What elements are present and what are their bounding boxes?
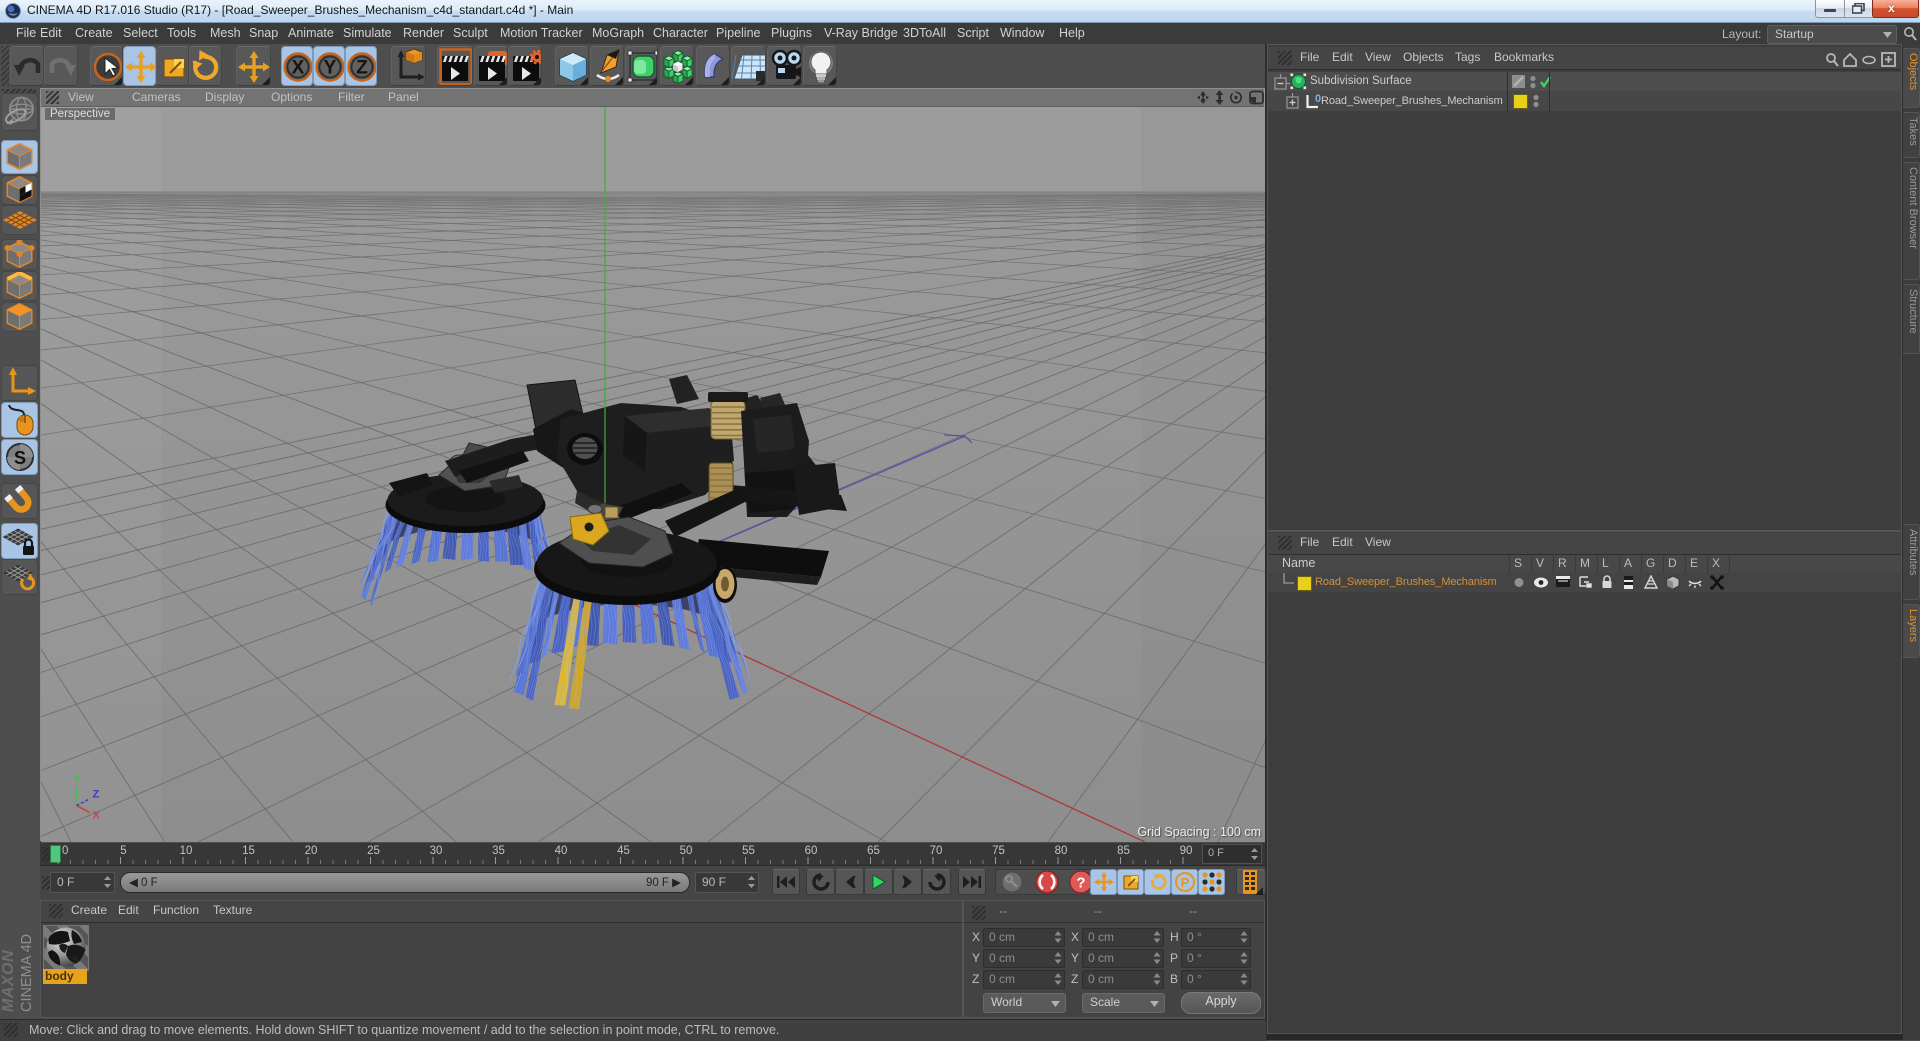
svg-text:65: 65 bbox=[867, 845, 880, 857]
svg-text:X: X bbox=[93, 810, 101, 822]
svg-text:30: 30 bbox=[430, 845, 443, 857]
svg-text:25: 25 bbox=[367, 845, 380, 857]
svg-text:Grid Spacing : 100 cm: Grid Spacing : 100 cm bbox=[1137, 825, 1261, 839]
svg-text:Z: Z bbox=[93, 789, 100, 801]
svg-text:S: S bbox=[13, 448, 25, 468]
svg-text:Z: Z bbox=[356, 58, 368, 79]
svg-text:90: 90 bbox=[1180, 845, 1193, 857]
svg-text:70: 70 bbox=[930, 845, 943, 857]
svg-text:55: 55 bbox=[742, 845, 755, 857]
svg-text:85: 85 bbox=[1117, 845, 1130, 857]
svg-text:Y: Y bbox=[324, 58, 337, 79]
svg-text:5: 5 bbox=[120, 845, 126, 857]
svg-text:60: 60 bbox=[805, 845, 818, 857]
svg-text:20: 20 bbox=[305, 845, 318, 857]
svg-text:40: 40 bbox=[555, 845, 568, 857]
svg-text:45: 45 bbox=[617, 845, 630, 857]
svg-text:Y: Y bbox=[74, 774, 82, 786]
svg-text:15: 15 bbox=[242, 845, 255, 857]
svg-text:75: 75 bbox=[992, 845, 1005, 857]
svg-text:80: 80 bbox=[1055, 845, 1068, 857]
svg-text:?: ? bbox=[1076, 875, 1085, 892]
svg-text:35: 35 bbox=[492, 845, 505, 857]
svg-text:P: P bbox=[1180, 875, 1189, 890]
svg-text:10: 10 bbox=[180, 845, 193, 857]
svg-text:50: 50 bbox=[680, 845, 693, 857]
svg-text:0: 0 bbox=[62, 845, 68, 857]
svg-text:X: X bbox=[292, 58, 305, 79]
